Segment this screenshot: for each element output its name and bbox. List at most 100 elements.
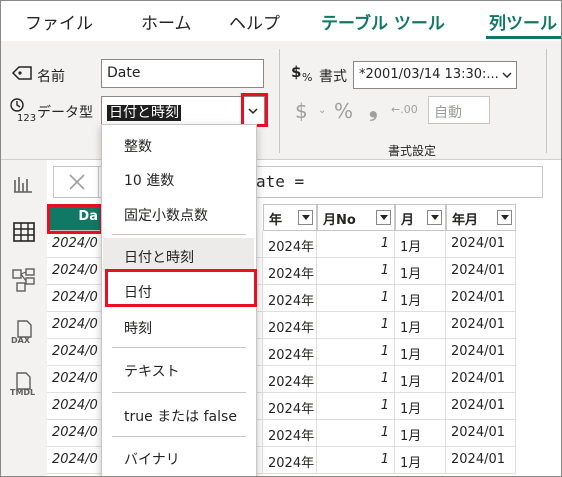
chevron-down-icon: [502, 72, 512, 78]
model-icon[interactable]: [12, 268, 36, 292]
cell-year-month[interactable]: 2024/01: [446, 258, 516, 285]
cell-month[interactable]: 1月: [395, 420, 446, 447]
column-header-year[interactable]: 年: [263, 204, 317, 231]
menu-table-tools[interactable]: テーブル ツール: [321, 9, 445, 34]
report-icon[interactable]: [13, 175, 33, 193]
menu-help[interactable]: ヘルプ: [229, 9, 280, 34]
comma-button[interactable]: ❟: [369, 97, 378, 122]
menu-separator: [112, 392, 246, 393]
cell-month-no[interactable]: 1: [317, 258, 395, 285]
cell-month[interactable]: 1月: [395, 339, 446, 366]
percent-button[interactable]: %: [334, 99, 353, 123]
table-icon[interactable]: [13, 222, 35, 242]
option-time[interactable]: 時刻: [124, 318, 152, 338]
menu-separator: [112, 347, 246, 348]
menu-bar: ファイル ホーム ヘルプ テーブル ツール 列ツール: [1, 1, 561, 41]
menu-column-tools[interactable]: 列ツール: [489, 9, 557, 34]
option-text[interactable]: テキスト: [124, 361, 180, 381]
cell-year[interactable]: 2024年: [263, 285, 317, 312]
view-rail: DAX TMDL: [1, 160, 47, 476]
cell-year-month[interactable]: 2024/01: [446, 366, 516, 393]
option-date-time[interactable]: 日付と時刻: [124, 247, 194, 267]
cell-year[interactable]: 2024年: [263, 312, 317, 339]
column-header-label: 月: [401, 213, 415, 228]
cell-month-no[interactable]: 1: [317, 231, 395, 258]
datatype-label: データ型: [37, 105, 93, 121]
filter-icon[interactable]: [376, 210, 391, 225]
app-window: ファイル ホーム ヘルプ テーブル ツール 列ツール 名前 Date 123 デ…: [0, 0, 562, 477]
option-decimal-number[interactable]: 10 進数: [124, 170, 174, 190]
tag-icon: [11, 66, 32, 80]
cell-month-no[interactable]: 1: [317, 285, 395, 312]
formula-divider: [98, 167, 99, 197]
menu-file[interactable]: ファイル: [25, 9, 93, 34]
cell-year[interactable]: 2024年: [263, 366, 317, 393]
datatype-selected-value: 日付と時刻: [107, 105, 181, 121]
cell-year[interactable]: 2024年: [263, 258, 317, 285]
cell-month[interactable]: 1月: [395, 312, 446, 339]
date-option-highlight: [105, 269, 257, 307]
cell-year-month[interactable]: 2024/01: [446, 447, 516, 474]
datatype-icon: 123: [10, 98, 36, 123]
cell-month-no[interactable]: 1: [317, 447, 395, 474]
name-field[interactable]: Date: [101, 59, 264, 88]
menu-separator: [112, 234, 246, 235]
filter-icon[interactable]: [497, 210, 512, 225]
menu-home[interactable]: ホーム: [141, 9, 192, 34]
cell-month[interactable]: 1月: [395, 393, 446, 420]
cell-year[interactable]: 2024年: [263, 420, 317, 447]
cell-year-month[interactable]: 2024/01: [446, 393, 516, 420]
cell-year[interactable]: 2024年: [263, 393, 317, 420]
close-icon[interactable]: [68, 173, 86, 191]
tmdl-icon[interactable]: TMDL: [9, 372, 39, 400]
cell-month-no[interactable]: 1: [317, 366, 395, 393]
column-header-month[interactable]: 月: [395, 204, 446, 231]
active-tab-underline: [486, 36, 561, 39]
column-header-label: 月No: [323, 213, 356, 228]
column-header-label: 年月: [452, 213, 479, 228]
option-true-false[interactable]: true または false: [124, 406, 237, 426]
cell-year-month[interactable]: 2024/01: [446, 312, 516, 339]
cell-year-month[interactable]: 2024/01: [446, 285, 516, 312]
datatype-dropdown-menu: 整数 10 進数 固定小数点数 日付と時刻 日付 時刻 テキスト true また…: [101, 124, 257, 476]
cell-year-month[interactable]: 2024/01: [446, 339, 516, 366]
ribbon: 名前 Date 123 データ型 日付と時刻 $ % 書式 *2001/03/1…: [1, 41, 561, 160]
filter-icon[interactable]: [427, 210, 442, 225]
date-column-highlight: [47, 204, 103, 234]
datatype-select[interactable]: 日付と時刻: [101, 96, 241, 125]
option-whole-number[interactable]: 整数: [124, 136, 152, 156]
cell-year[interactable]: 2024年: [263, 447, 317, 474]
cell-year-month[interactable]: 2024/01: [446, 420, 516, 447]
svg-text:123: 123: [17, 113, 36, 123]
cell-month[interactable]: 1月: [395, 258, 446, 285]
svg-text:$: $: [291, 63, 301, 81]
name-label: 名前: [37, 69, 65, 85]
ribbon-divider: [279, 49, 280, 153]
decimal-places-field[interactable]: 自動: [428, 96, 490, 124]
datatype-dropdown-highlight: [241, 93, 268, 127]
cell-month[interactable]: 1月: [395, 447, 446, 474]
cell-month[interactable]: 1月: [395, 285, 446, 312]
dax-icon[interactable]: DAX: [11, 320, 37, 346]
ribbon-divider: [546, 49, 547, 153]
cell-month-no[interactable]: 1: [317, 312, 395, 339]
cell-month[interactable]: 1月: [395, 231, 446, 258]
cell-month-no[interactable]: 1: [317, 420, 395, 447]
option-fixed-decimal[interactable]: 固定小数点数: [124, 205, 208, 225]
filter-icon[interactable]: [298, 210, 313, 225]
svg-text:%: %: [302, 71, 312, 83]
cell-year-month[interactable]: 2024/01: [446, 231, 516, 258]
option-binary[interactable]: バイナリ: [124, 449, 180, 469]
currency-button[interactable]: $: [295, 99, 308, 123]
decimal-button[interactable]: ←.00: [391, 103, 418, 116]
format-select[interactable]: *2001/03/14 13:30:...: [353, 61, 517, 89]
cell-month[interactable]: 1月: [395, 366, 446, 393]
column-header-year-month[interactable]: 年月: [446, 204, 516, 231]
dax-label: DAX: [11, 336, 30, 345]
cell-year[interactable]: 2024年: [263, 339, 317, 366]
column-header-month-no[interactable]: 月No: [317, 204, 395, 231]
format-label: 書式: [319, 69, 347, 85]
cell-year[interactable]: 2024年: [263, 231, 317, 258]
cell-month-no[interactable]: 1: [317, 393, 395, 420]
cell-month-no[interactable]: 1: [317, 339, 395, 366]
